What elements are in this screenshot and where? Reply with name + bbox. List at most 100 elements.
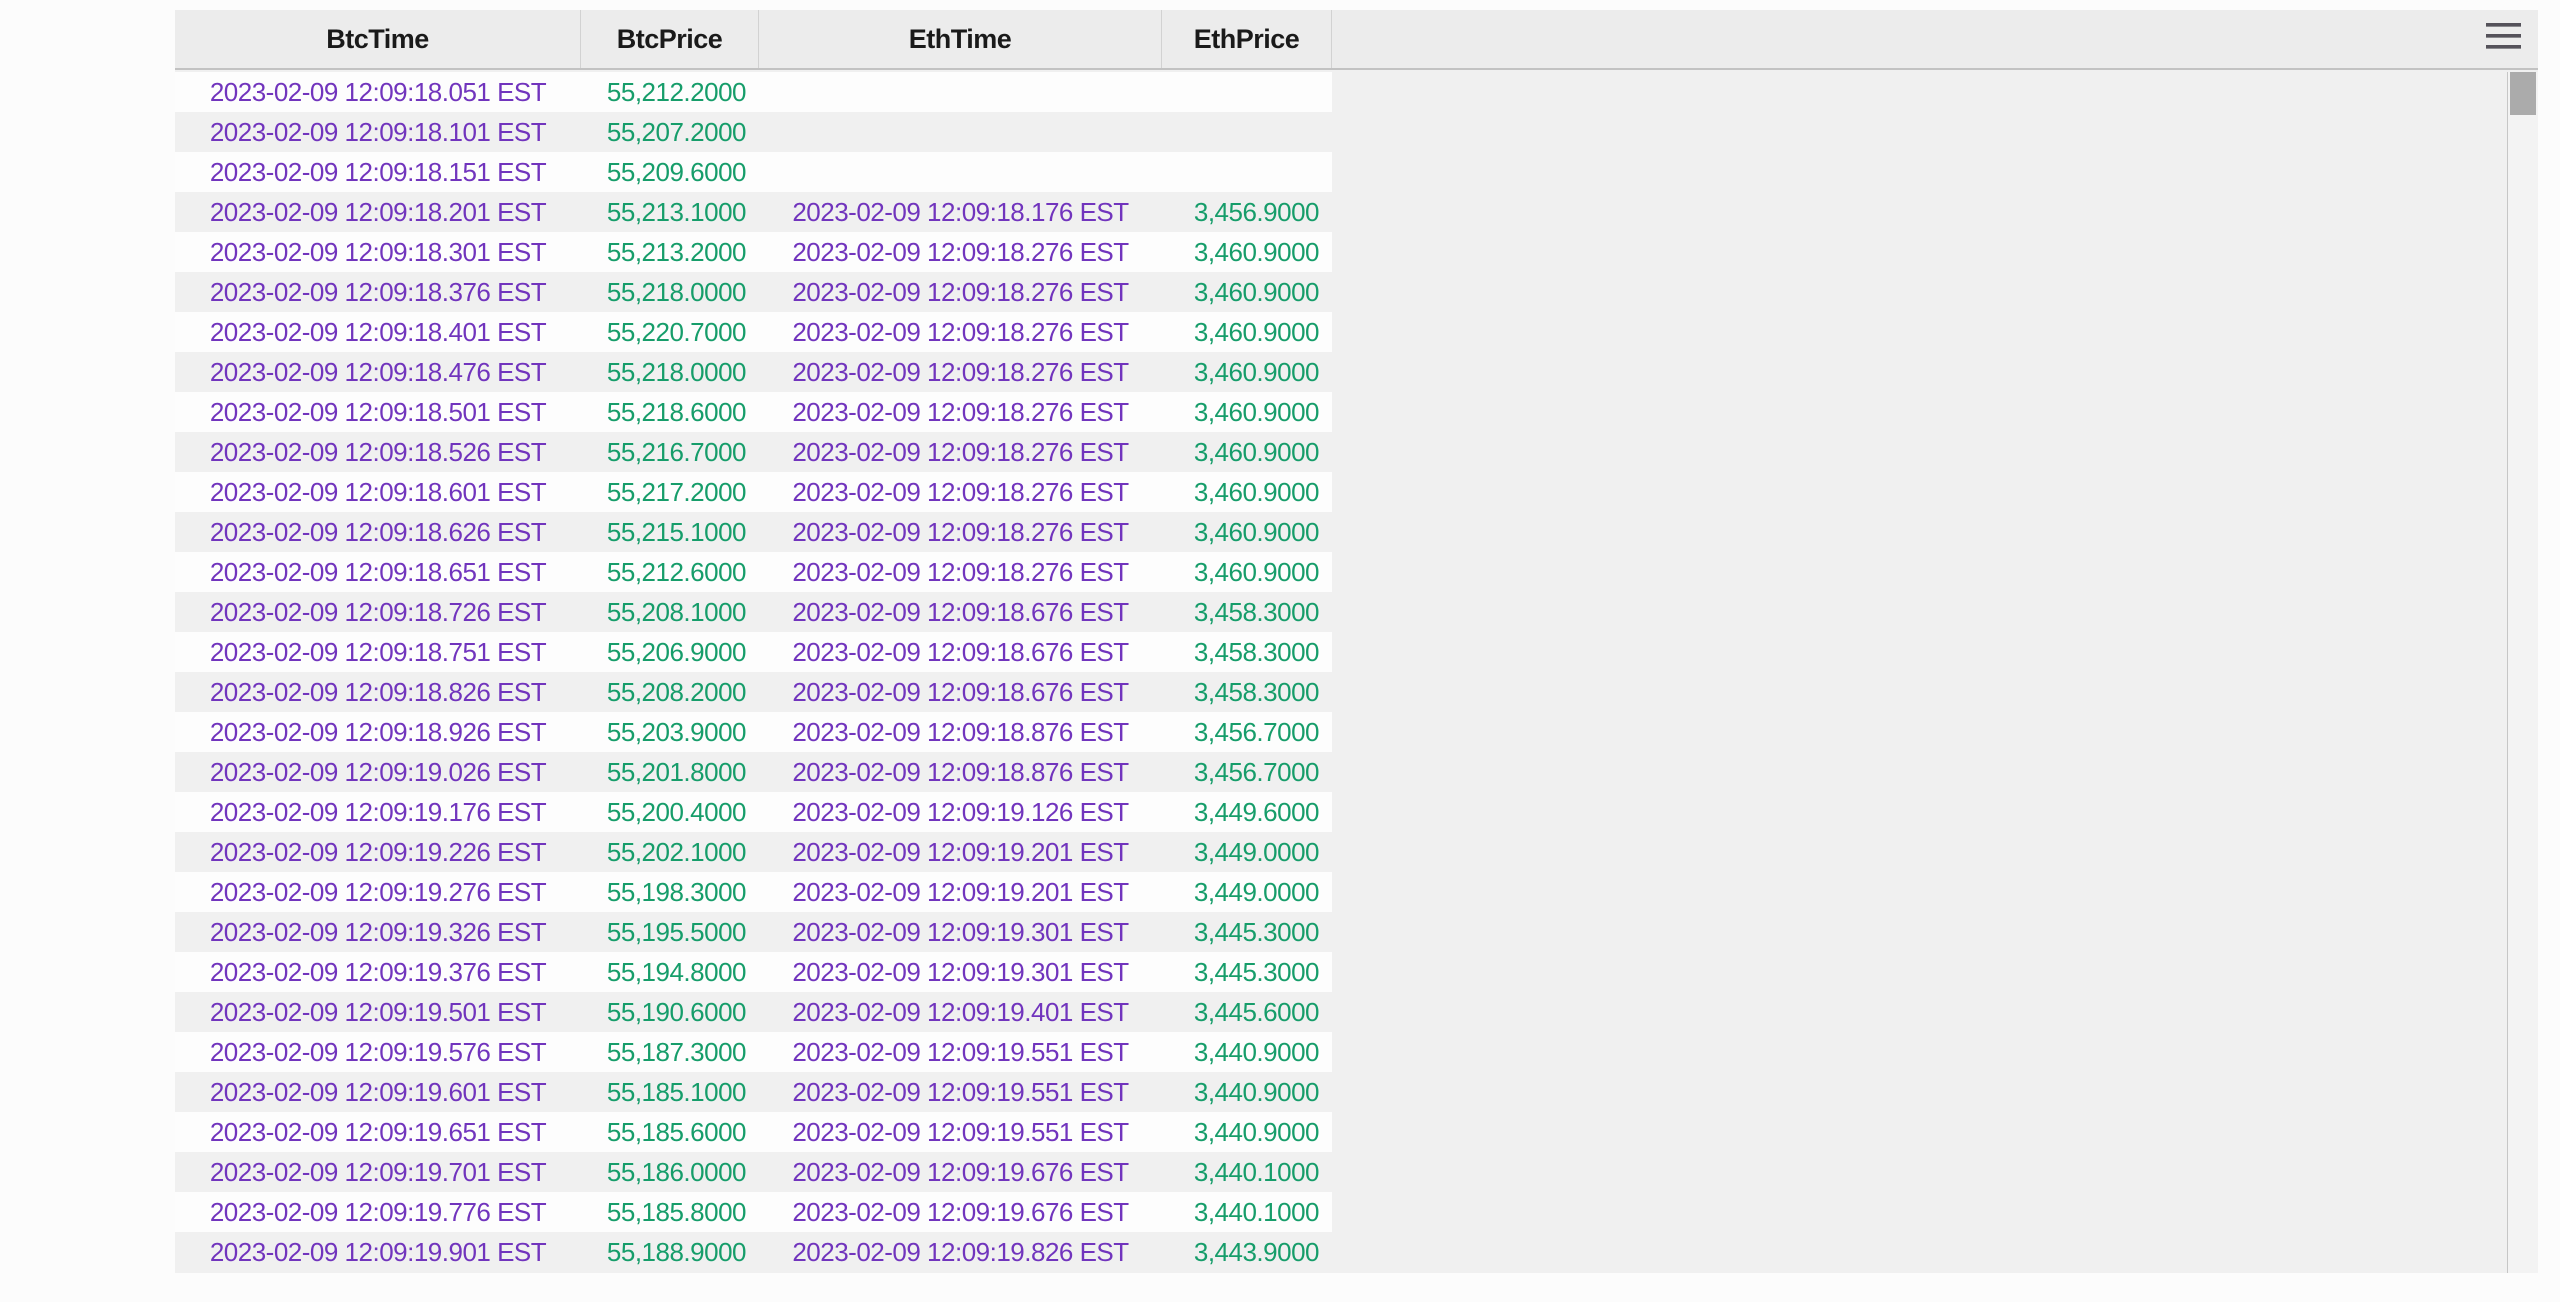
cell-btc-time: 2023-02-09 12:09:18.726 EST [175,592,581,632]
cell-btc-time: 2023-02-09 12:09:18.401 EST [175,312,581,352]
cell-eth-time: 2023-02-09 12:09:18.276 EST [759,352,1162,392]
cell-btc-time: 2023-02-09 12:09:18.626 EST [175,512,581,552]
vertical-scrollbar[interactable] [2507,72,2538,1273]
table-row: 2023-02-09 12:09:19.651 EST55,185.600020… [175,1112,1332,1152]
cell-btc-time: 2023-02-09 12:09:18.526 EST [175,432,581,472]
cell-btc-time: 2023-02-09 12:09:18.751 EST [175,632,581,672]
table-body: 2023-02-09 12:09:18.051 EST55,212.200020… [175,72,1332,1272]
cell-eth-time: 2023-02-09 12:09:18.276 EST [759,472,1162,512]
cell-btc-time: 2023-02-09 12:09:18.051 EST [175,72,581,112]
cell-btc-price: 55,218.0000 [581,272,759,312]
cell-eth-time: 2023-02-09 12:09:18.676 EST [759,592,1162,632]
column-header-eth-time[interactable]: EthTime [759,10,1162,68]
table-row: 2023-02-09 12:09:19.701 EST55,186.000020… [175,1152,1332,1192]
cell-btc-price: 55,207.2000 [581,112,759,152]
cell-eth-price: 3,458.3000 [1162,672,1332,712]
cell-eth-time [759,152,1162,192]
cell-btc-price: 55,190.6000 [581,992,759,1032]
cell-btc-time: 2023-02-09 12:09:19.701 EST [175,1152,581,1192]
cell-btc-time: 2023-02-09 12:09:19.026 EST [175,752,581,792]
cell-btc-time: 2023-02-09 12:09:19.501 EST [175,992,581,1032]
settings-menu-button[interactable] [2486,20,2524,52]
cell-btc-price: 55,220.7000 [581,312,759,352]
cell-btc-price: 55,218.0000 [581,352,759,392]
cell-eth-time: 2023-02-09 12:09:19.551 EST [759,1112,1162,1152]
cell-btc-time: 2023-02-09 12:09:19.376 EST [175,952,581,992]
cell-eth-price: 3,460.9000 [1162,392,1332,432]
table-row: 2023-02-09 12:09:18.401 EST55,220.700020… [175,312,1332,352]
cell-eth-price: 3,460.9000 [1162,472,1332,512]
table-row: 2023-02-09 12:09:19.326 EST55,195.500020… [175,912,1332,952]
cell-eth-price [1162,112,1332,152]
cell-btc-time: 2023-02-09 12:09:19.226 EST [175,832,581,872]
cell-btc-price: 55,187.3000 [581,1032,759,1072]
cell-btc-price: 55,185.1000 [581,1072,759,1112]
table-row: 2023-02-09 12:09:19.226 EST55,202.100020… [175,832,1332,872]
cell-btc-price: 55,200.4000 [581,792,759,832]
cell-btc-price: 55,202.1000 [581,832,759,872]
cell-eth-price: 3,449.0000 [1162,872,1332,912]
cell-eth-time: 2023-02-09 12:09:18.276 EST [759,272,1162,312]
cell-btc-price: 55,206.9000 [581,632,759,672]
cell-eth-price: 3,440.9000 [1162,1112,1332,1152]
cell-eth-time: 2023-02-09 12:09:19.551 EST [759,1072,1162,1112]
table-row: 2023-02-09 12:09:19.376 EST55,194.800020… [175,952,1332,992]
column-header-btc-price[interactable]: BtcPrice [581,10,759,68]
cell-eth-price: 3,460.9000 [1162,552,1332,592]
cell-btc-time: 2023-02-09 12:09:18.301 EST [175,232,581,272]
cell-btc-time: 2023-02-09 12:09:19.576 EST [175,1032,581,1072]
vertical-scrollbar-thumb[interactable] [2510,72,2536,115]
cell-eth-time: 2023-02-09 12:09:18.276 EST [759,552,1162,592]
cell-btc-price: 55,185.8000 [581,1192,759,1232]
cell-btc-price: 55,216.7000 [581,432,759,472]
cell-eth-price: 3,458.3000 [1162,632,1332,672]
column-header-eth-price[interactable]: EthPrice [1162,10,1332,68]
cell-btc-price: 55,201.8000 [581,752,759,792]
cell-btc-time: 2023-02-09 12:09:19.901 EST [175,1232,581,1272]
cell-eth-time: 2023-02-09 12:09:19.201 EST [759,872,1162,912]
cell-btc-price: 55,212.6000 [581,552,759,592]
cell-btc-price: 55,213.2000 [581,232,759,272]
cell-eth-time: 2023-02-09 12:09:18.876 EST [759,752,1162,792]
table-row: 2023-02-09 12:09:18.726 EST55,208.100020… [175,592,1332,632]
cell-btc-time: 2023-02-09 12:09:19.176 EST [175,792,581,832]
table-row: 2023-02-09 12:09:19.501 EST55,190.600020… [175,992,1332,1032]
cell-btc-price: 55,185.6000 [581,1112,759,1152]
table-row: 2023-02-09 12:09:18.626 EST55,215.100020… [175,512,1332,552]
cell-eth-price: 3,445.6000 [1162,992,1332,1032]
table-row: 2023-02-09 12:09:19.176 EST55,200.400020… [175,792,1332,832]
cell-btc-time: 2023-02-09 12:09:18.601 EST [175,472,581,512]
cell-eth-price: 3,460.9000 [1162,272,1332,312]
header-filler [1332,10,2538,68]
cell-btc-price: 55,188.9000 [581,1232,759,1272]
cell-eth-price: 3,460.9000 [1162,432,1332,472]
cell-btc-price: 55,198.3000 [581,872,759,912]
cell-eth-price: 3,460.9000 [1162,312,1332,352]
cell-btc-time: 2023-02-09 12:09:18.476 EST [175,352,581,392]
cell-btc-time: 2023-02-09 12:09:19.276 EST [175,872,581,912]
cell-eth-time: 2023-02-09 12:09:18.276 EST [759,232,1162,272]
cell-btc-time: 2023-02-09 12:09:18.201 EST [175,192,581,232]
cell-eth-time: 2023-02-09 12:09:18.876 EST [759,712,1162,752]
cell-eth-time: 2023-02-09 12:09:19.401 EST [759,992,1162,1032]
cell-eth-time: 2023-02-09 12:09:18.276 EST [759,512,1162,552]
cell-eth-price: 3,445.3000 [1162,952,1332,992]
cell-eth-time: 2023-02-09 12:09:18.676 EST [759,632,1162,672]
cell-eth-time: 2023-02-09 12:09:19.826 EST [759,1232,1162,1272]
table-row: 2023-02-09 12:09:18.476 EST55,218.000020… [175,352,1332,392]
table-row: 2023-02-09 12:09:18.376 EST55,218.000020… [175,272,1332,312]
cell-btc-time: 2023-02-09 12:09:18.151 EST [175,152,581,192]
cell-eth-time: 2023-02-09 12:09:18.276 EST [759,312,1162,352]
cell-btc-price: 55,208.1000 [581,592,759,632]
table-row: 2023-02-09 12:09:18.301 EST55,213.200020… [175,232,1332,272]
cell-btc-time: 2023-02-09 12:09:18.926 EST [175,712,581,752]
table-row: 2023-02-09 12:09:19.276 EST55,198.300020… [175,872,1332,912]
cell-btc-price: 55,209.6000 [581,152,759,192]
cell-btc-price: 55,186.0000 [581,1152,759,1192]
column-header-btc-time[interactable]: BtcTime [175,10,581,68]
cell-eth-price: 3,456.9000 [1162,192,1332,232]
cell-btc-price: 55,215.1000 [581,512,759,552]
cell-eth-time: 2023-02-09 12:09:18.276 EST [759,432,1162,472]
datagrid-panel: BtcTimeBtcPriceEthTimeEthPrice 2023-02-0… [175,10,2538,1273]
cell-eth-price [1162,72,1332,112]
